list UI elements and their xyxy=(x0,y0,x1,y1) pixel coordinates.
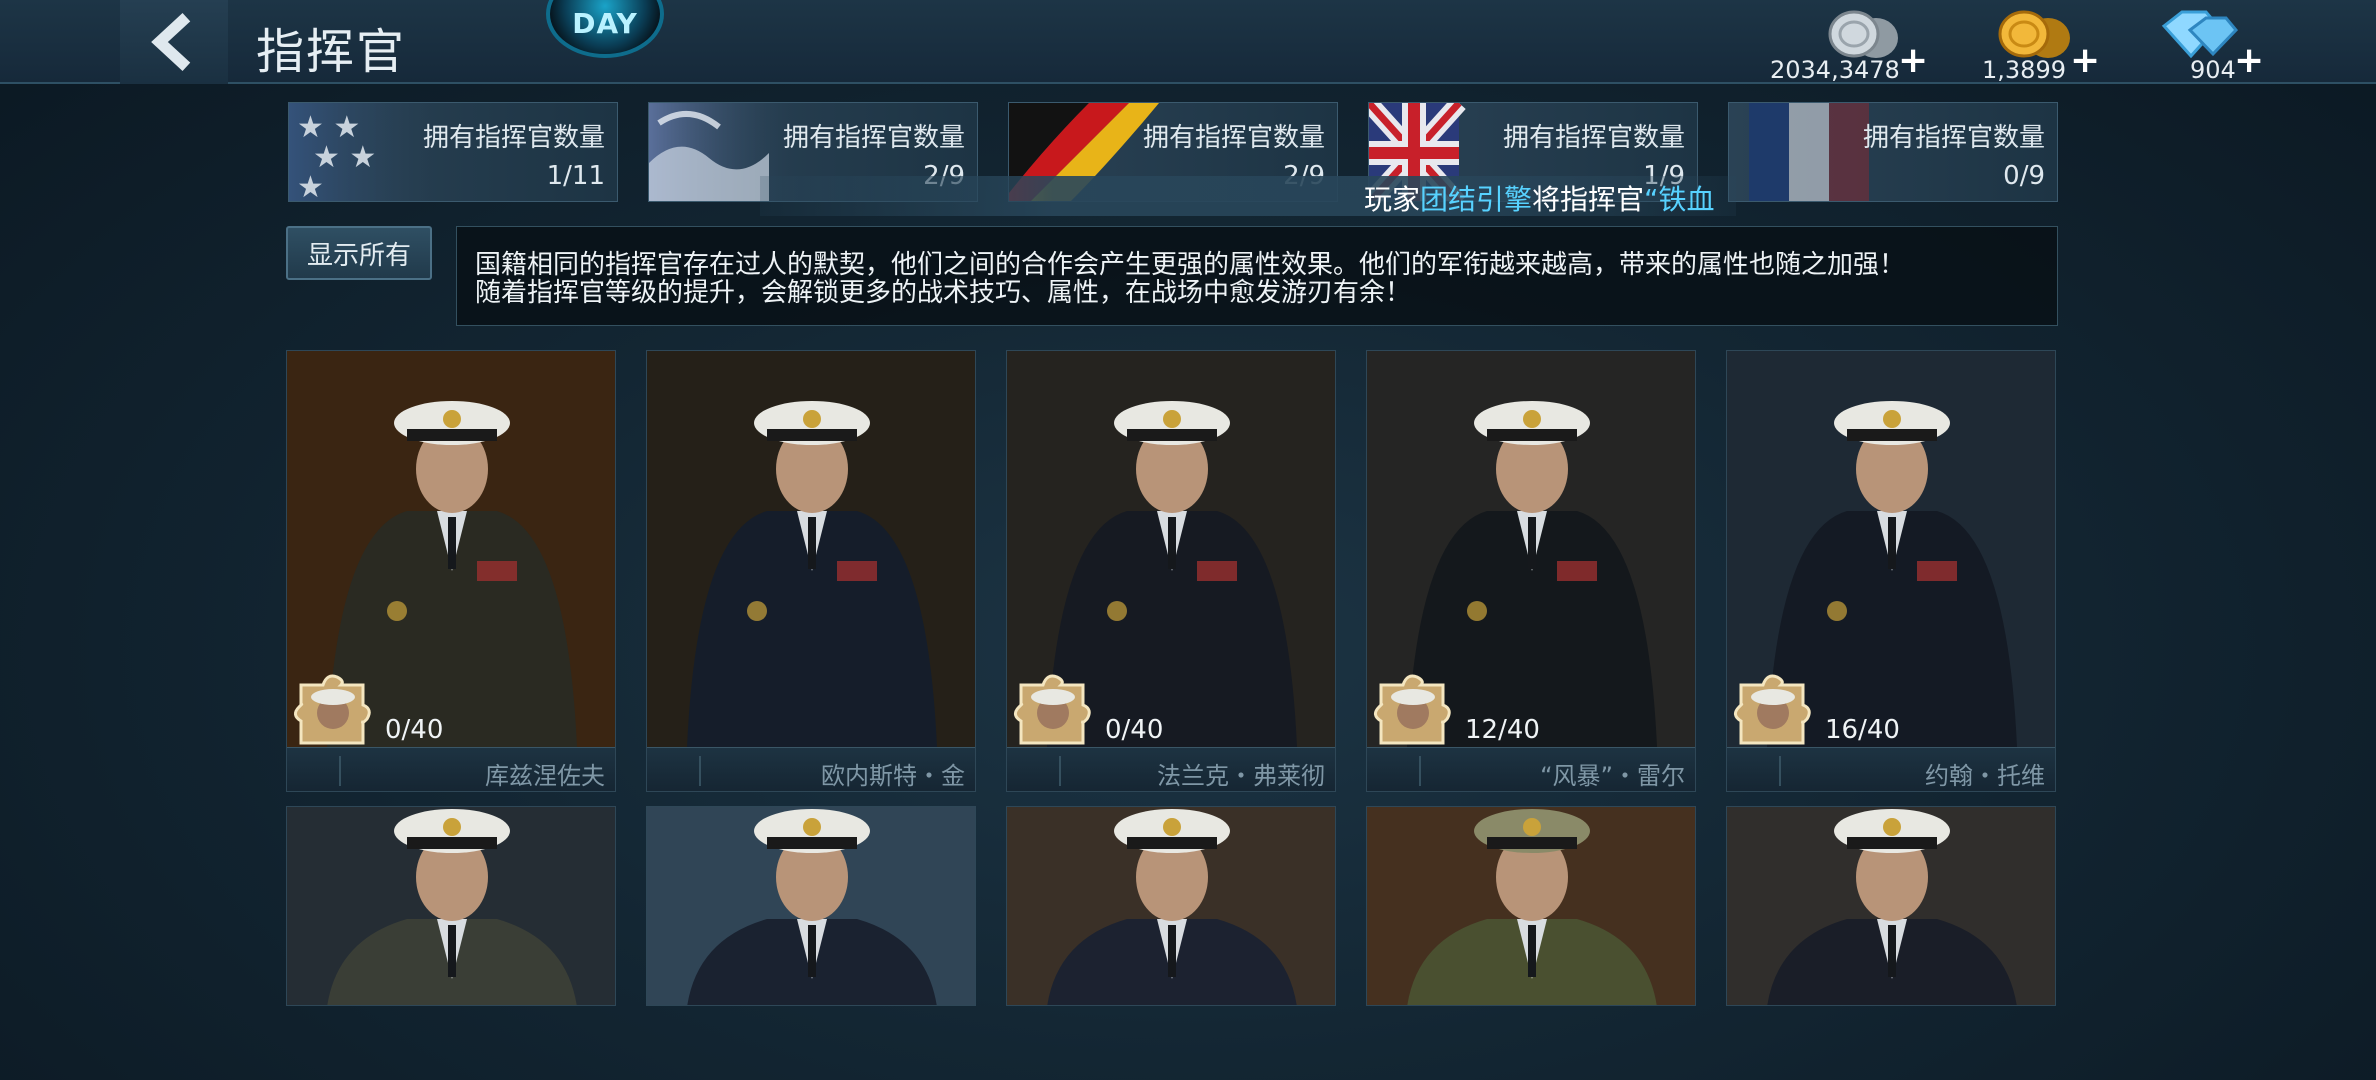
commander-name-bar: “风暴”・雷尔 xyxy=(1367,747,1695,791)
fragment-progress: 0/40 xyxy=(1105,715,1164,745)
event-badge-label: DAY xyxy=(572,7,638,40)
commander-card[interactable] xyxy=(646,806,976,1006)
nation-count: 1/11 xyxy=(546,161,605,191)
divider xyxy=(1779,756,1781,786)
commander-card[interactable]: 0/40 法兰克・弗莱彻 xyxy=(1006,350,1336,792)
france-flag-icon xyxy=(1749,103,1869,201)
commander-card[interactable]: 0/40 库兹涅佐夫 xyxy=(286,350,616,792)
silver-amount: 2034,3478 xyxy=(1770,56,1900,84)
page-title: 指挥官 xyxy=(256,24,407,80)
puzzle-fragment-icon xyxy=(1014,674,1091,745)
commander-name-bar: 法兰克・弗莱彻 xyxy=(1007,747,1335,791)
description-line-2: 随着指挥官等级的提升，会解锁更多的战术技巧、属性，在战场中愈发游刃有余！ xyxy=(475,278,1412,308)
commander-card[interactable]: 16/40 约翰・托维 xyxy=(1726,350,2056,792)
commander-name: 约翰・托维 xyxy=(1925,762,2045,790)
add-silver-button[interactable]: + xyxy=(1898,40,1928,81)
silver-currency[interactable]: 2034,3478 + xyxy=(1770,4,1930,84)
ticker-middle: 将指挥官 xyxy=(1532,183,1645,216)
divider xyxy=(1419,756,1421,786)
nation-count: 0/9 xyxy=(2003,161,2045,191)
puzzle-fragment-icon xyxy=(294,674,371,745)
commander-card[interactable]: 12/40 “风暴”・雷尔 xyxy=(1366,350,1696,792)
divider xyxy=(339,756,341,786)
commander-portrait xyxy=(647,351,975,747)
commander-portrait xyxy=(1007,807,1335,1005)
ticker-text: 玩家团结引擎将指挥官“铁血 xyxy=(1364,178,1715,216)
nation-card-france[interactable]: 拥有指挥官数量 0/9 xyxy=(1728,102,2058,202)
diamond-amount: 904 xyxy=(2190,56,2236,84)
commander-name: 库兹涅佐夫 xyxy=(485,762,605,790)
gold-currency[interactable]: 1,3899 + xyxy=(1982,4,2102,84)
commander-name: 法兰克・弗莱彻 xyxy=(1157,762,1325,790)
commander-card[interactable] xyxy=(1726,806,2056,1006)
divider xyxy=(1059,756,1061,786)
commander-name-bar: 库兹涅佐夫 xyxy=(287,747,615,791)
commander-card[interactable] xyxy=(1006,806,1336,1006)
commander-card[interactable]: 欧内斯特・金 xyxy=(646,350,976,792)
commander-portrait xyxy=(287,807,615,1005)
add-gold-button[interactable]: + xyxy=(2070,40,2100,81)
ticker-prefix: 玩家 xyxy=(1364,183,1421,216)
commander-name: 欧内斯特・金 xyxy=(821,762,965,790)
nation-label: 拥有指挥官数量 xyxy=(782,123,965,153)
fragment-progress: 0/40 xyxy=(385,715,444,745)
commander-portrait xyxy=(647,807,975,1005)
commander-card[interactable] xyxy=(286,806,616,1006)
back-arrow-icon xyxy=(151,13,191,71)
ticker-commander-name: “铁血 xyxy=(1644,183,1715,216)
fragment-progress: 12/40 xyxy=(1465,715,1540,745)
nation-label: 拥有指挥官数量 xyxy=(1142,123,1325,153)
description-box: 国籍相同的指挥官存在过人的默契，他们之间的合作会产生更强的属性效果。他们的军衔越… xyxy=(456,226,2058,326)
show-all-button[interactable]: 显示所有 xyxy=(286,226,432,280)
divider xyxy=(699,756,701,786)
commander-portrait xyxy=(1367,807,1695,1005)
announcement-ticker: 玩家团结引擎将指挥官“铁血 xyxy=(760,176,1736,216)
svg-text:★: ★ xyxy=(297,170,324,202)
description-line-1: 国籍相同的指挥官存在过人的默契，他们之间的合作会产生更强的属性效果。他们的军衔越… xyxy=(475,250,1906,280)
nation-label: 拥有指挥官数量 xyxy=(1862,123,2045,153)
commander-name: “风暴”・雷尔 xyxy=(1540,762,1685,790)
commander-card[interactable] xyxy=(1366,806,1696,1006)
commander-portrait xyxy=(1727,807,2055,1005)
puzzle-fragment-icon xyxy=(1734,674,1811,745)
puzzle-fragment-icon xyxy=(1374,674,1451,745)
commander-name-bar: 约翰・托维 xyxy=(1727,747,2055,791)
diamond-currency[interactable]: 904 + xyxy=(2152,4,2264,84)
commander-name-bar: 欧内斯特・金 xyxy=(647,747,975,791)
back-button[interactable] xyxy=(120,0,228,84)
nation-label: 拥有指挥官数量 xyxy=(422,123,605,153)
nation-card-usa[interactable]: ★ ★ ★ ★ ★ 拥有指挥官数量 1/11 xyxy=(288,102,618,202)
fragment-progress: 16/40 xyxy=(1825,715,1900,745)
ticker-player-name: 团结引擎 xyxy=(1420,183,1533,216)
nation-label: 拥有指挥官数量 xyxy=(1502,123,1685,153)
usa-flag-icon: ★ ★ ★ ★ ★ xyxy=(289,103,439,202)
add-diamond-button[interactable]: + xyxy=(2234,40,2264,81)
gold-amount: 1,3899 xyxy=(1982,56,2066,84)
